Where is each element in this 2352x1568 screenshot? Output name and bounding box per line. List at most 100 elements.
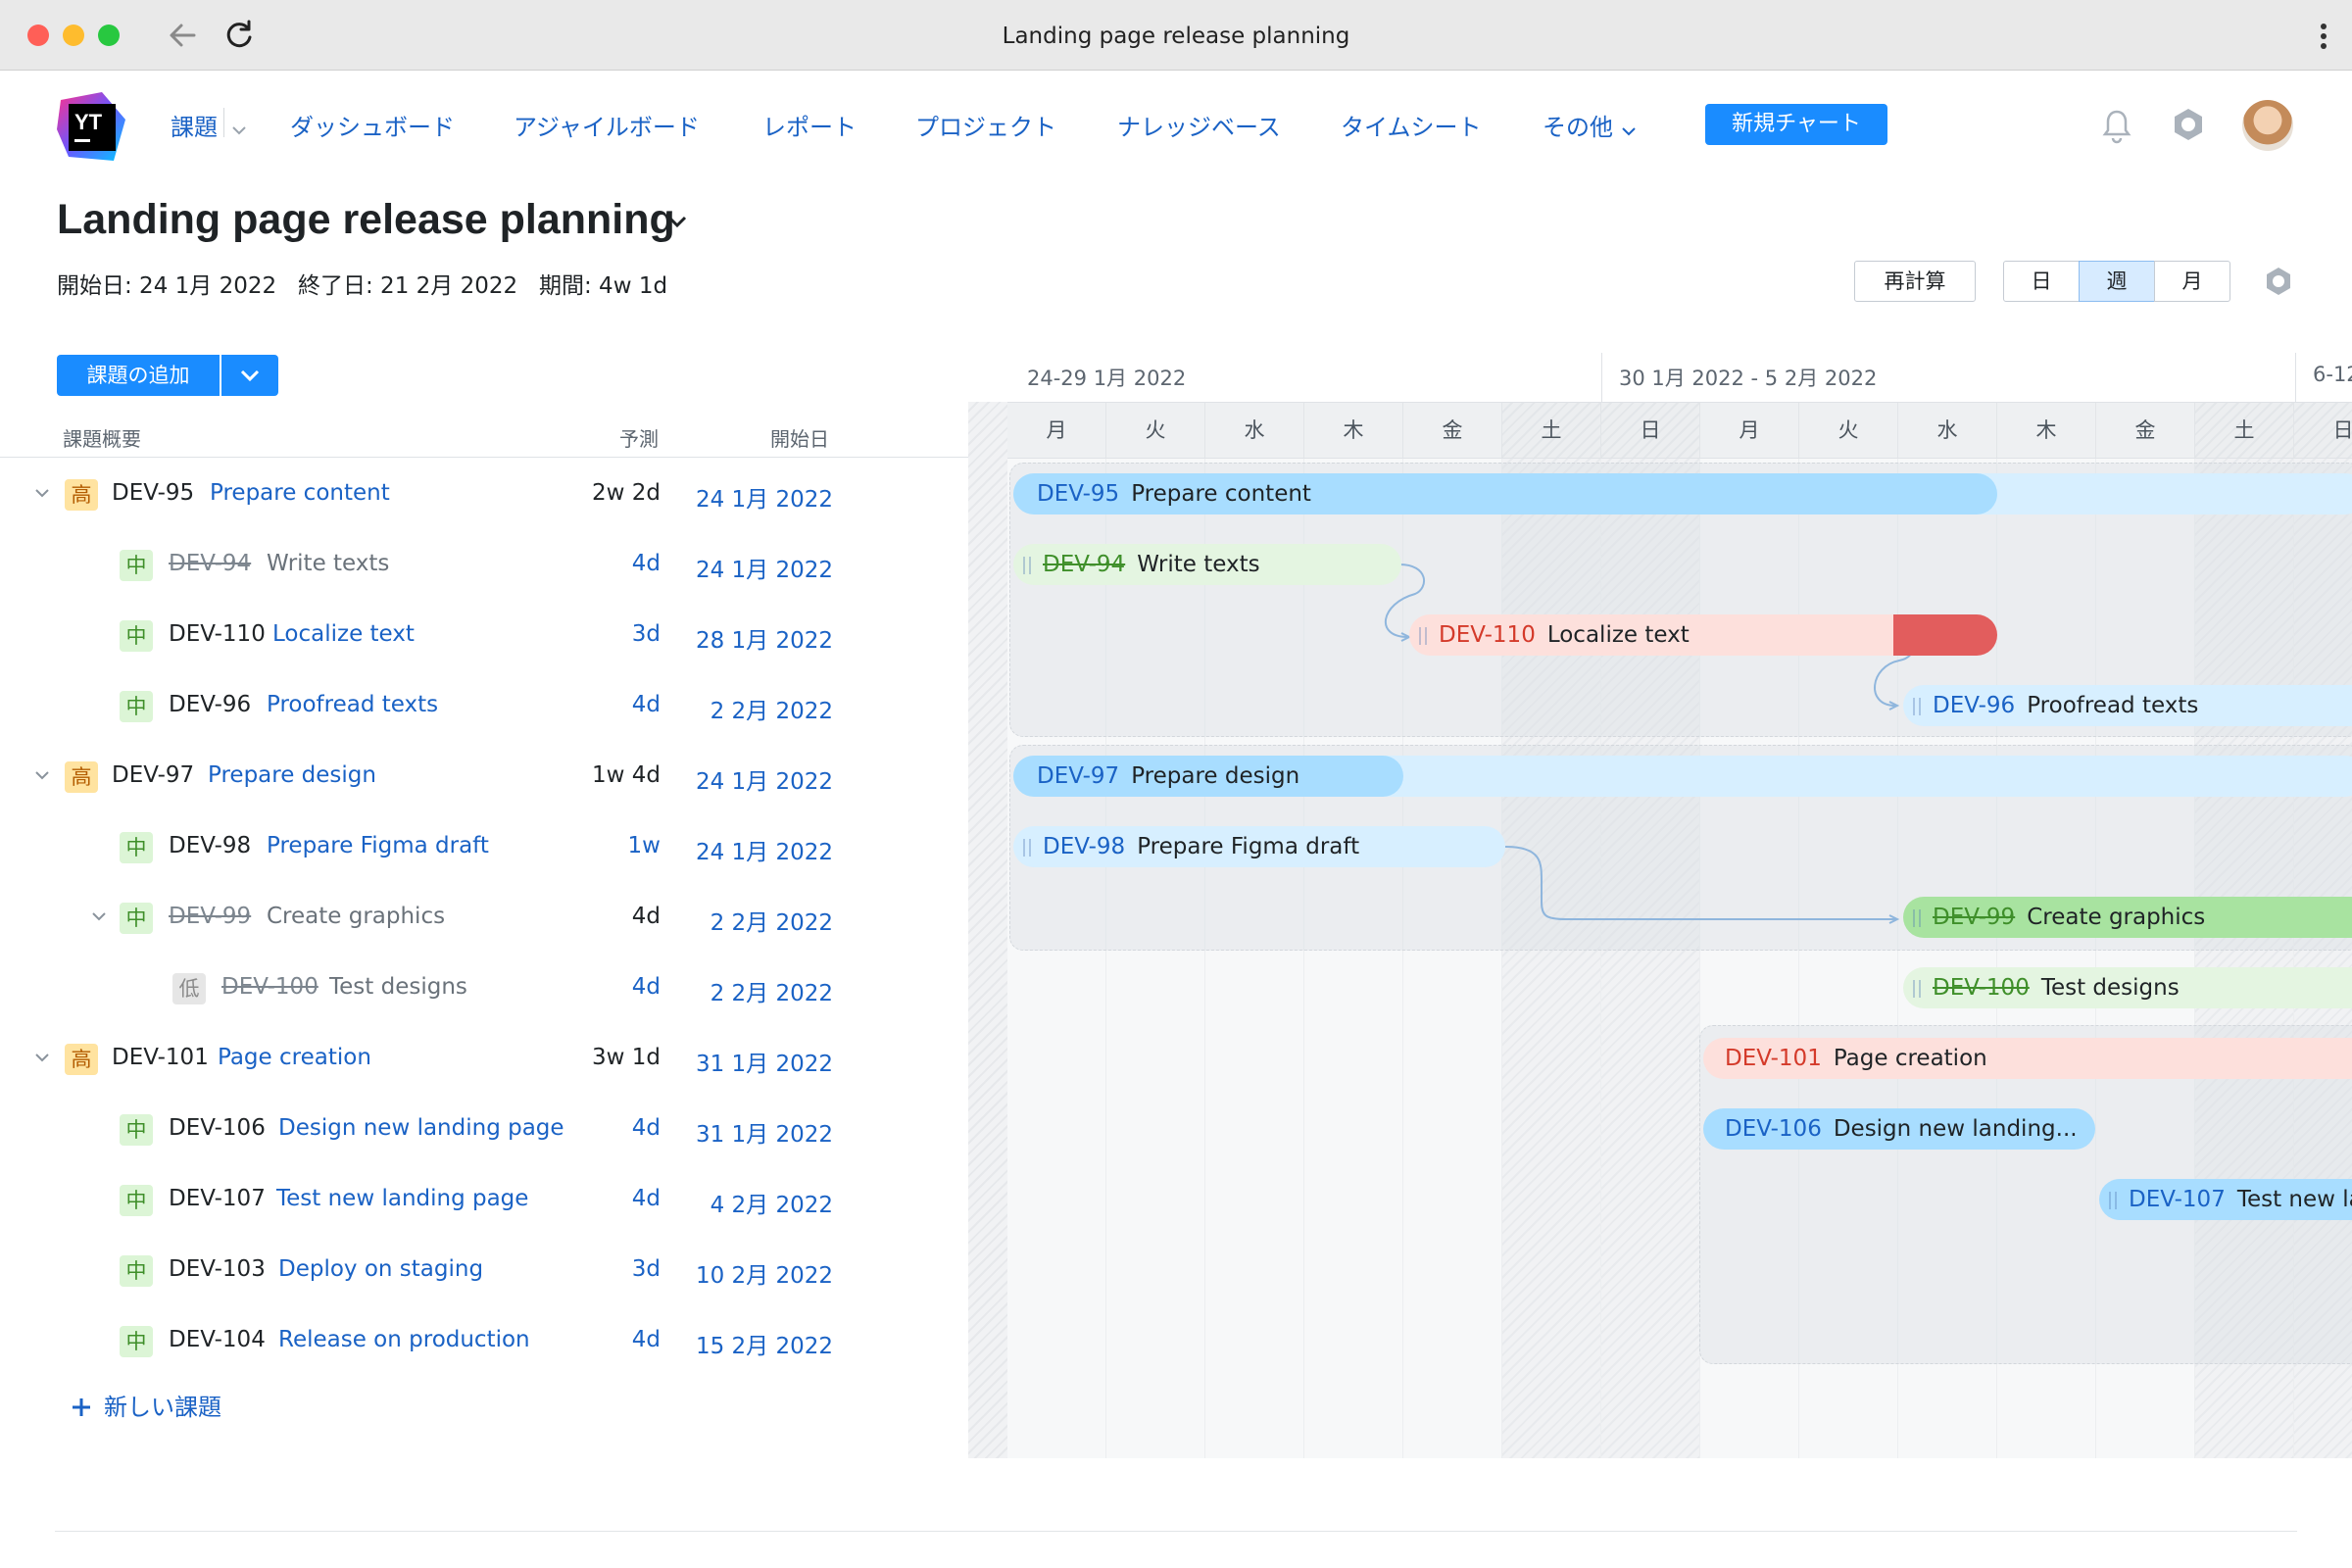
column-summary[interactable]: 課題概要 bbox=[63, 423, 141, 452]
priority-badge[interactable]: 中 bbox=[120, 903, 153, 934]
issue-row-dev-95[interactable]: 高 DEV-95 Prepare content 2w 2d 24 1月 202… bbox=[0, 459, 968, 529]
issue-start-date[interactable]: 24 1月 2022 bbox=[676, 480, 833, 514]
collapse-chevron-icon[interactable] bbox=[90, 907, 108, 926]
issue-start-date[interactable]: 15 2月 2022 bbox=[676, 1327, 833, 1360]
menu-knowledge-base[interactable]: ナレッジベース bbox=[1117, 108, 1281, 142]
issue-row-dev-100[interactable]: 低 DEV-100 Test designs 4d 2 2月 2022 bbox=[0, 953, 968, 1023]
issue-summary[interactable]: Design new landing page bbox=[278, 1115, 564, 1141]
issue-start-date[interactable]: 31 1月 2022 bbox=[676, 1115, 833, 1149]
gantt-bar-dev-101[interactable]: DEV-101 Page creation bbox=[1703, 1038, 2352, 1079]
priority-badge[interactable]: 中 bbox=[120, 620, 153, 652]
youtrack-logo[interactable]: YT bbox=[55, 90, 129, 165]
scale-month-button[interactable]: 月 bbox=[2154, 261, 2230, 302]
issue-start-date[interactable]: 10 2月 2022 bbox=[676, 1256, 833, 1290]
issue-start-date[interactable]: 31 1月 2022 bbox=[676, 1045, 833, 1078]
issue-key[interactable]: DEV-100 bbox=[221, 974, 318, 1000]
collapse-chevron-icon[interactable] bbox=[33, 484, 51, 503]
priority-badge[interactable]: 高 bbox=[65, 1044, 98, 1075]
priority-badge[interactable]: 高 bbox=[65, 761, 98, 793]
issue-row-dev-94[interactable]: 中 DEV-94 Write texts 4d 24 1月 2022 bbox=[0, 529, 968, 600]
priority-badge[interactable]: 中 bbox=[120, 832, 153, 863]
menu-more[interactable]: その他 bbox=[1543, 108, 1637, 142]
issue-key[interactable]: DEV-96 bbox=[169, 692, 251, 717]
issue-key[interactable]: DEV-97 bbox=[112, 762, 194, 788]
issue-summary[interactable]: Create graphics bbox=[267, 904, 445, 929]
issue-summary[interactable]: Deploy on staging bbox=[278, 1256, 483, 1282]
issue-start-date[interactable]: 24 1月 2022 bbox=[676, 833, 833, 866]
gantt-bar-dev-98[interactable]: DEV-98 Prepare Figma draft bbox=[1013, 826, 1505, 867]
issue-key[interactable]: DEV-106 bbox=[169, 1115, 266, 1141]
priority-badge[interactable]: 低 bbox=[172, 973, 206, 1004]
issue-summary[interactable]: Prepare design bbox=[208, 762, 376, 788]
issue-key[interactable]: DEV-110 bbox=[169, 621, 266, 647]
drag-handle[interactable] bbox=[1913, 908, 1921, 927]
chevron-down-icon[interactable] bbox=[666, 214, 688, 232]
priority-badge[interactable]: 中 bbox=[120, 1326, 153, 1357]
priority-badge[interactable]: 中 bbox=[120, 691, 153, 722]
issue-start-date[interactable]: 24 1月 2022 bbox=[676, 762, 833, 796]
new-issue-link[interactable]: 新しい課題 bbox=[71, 1388, 221, 1422]
issue-summary[interactable]: Proofread texts bbox=[267, 692, 438, 717]
issue-key[interactable]: DEV-103 bbox=[169, 1256, 266, 1282]
issues-dropdown-chevron-icon[interactable] bbox=[231, 114, 247, 141]
drag-handle[interactable] bbox=[1023, 838, 1031, 857]
priority-badge[interactable]: 中 bbox=[120, 1185, 153, 1216]
issue-key[interactable]: DEV-98 bbox=[169, 833, 251, 858]
issue-start-date[interactable]: 2 2月 2022 bbox=[676, 692, 833, 725]
gantt-bar-dev-94[interactable]: DEV-94 Write texts bbox=[1013, 544, 1401, 585]
gantt-bar-dev-100[interactable]: DEV-100 Test designs bbox=[1903, 967, 2352, 1008]
issue-start-date[interactable]: 2 2月 2022 bbox=[676, 904, 833, 937]
issue-summary[interactable]: Localize text bbox=[272, 621, 415, 647]
issue-summary[interactable]: Release on production bbox=[278, 1327, 530, 1352]
issue-row-dev-103[interactable]: 中 DEV-103 Deploy on staging 3d 10 2月 202… bbox=[0, 1235, 968, 1305]
priority-badge[interactable]: 高 bbox=[65, 479, 98, 511]
recalculate-button[interactable]: 再計算 bbox=[1854, 261, 1976, 302]
issue-summary[interactable]: Prepare Figma draft bbox=[267, 833, 489, 858]
issue-key[interactable]: DEV-94 bbox=[169, 551, 251, 576]
more-options-icon[interactable] bbox=[2319, 22, 2328, 51]
issue-row-dev-97[interactable]: 高 DEV-97 Prepare design 1w 4d 24 1月 2022 bbox=[0, 741, 968, 811]
issue-row-dev-107[interactable]: 中 DEV-107 Test new landing page 4d 4 2月 … bbox=[0, 1164, 968, 1235]
drag-handle[interactable] bbox=[2109, 1191, 2117, 1209]
issue-row-dev-98[interactable]: 中 DEV-98 Prepare Figma draft 1w 24 1月 20… bbox=[0, 811, 968, 882]
scale-day-button[interactable]: 日 bbox=[2003, 261, 2080, 302]
issue-summary[interactable]: Test new landing page bbox=[276, 1186, 528, 1211]
issue-row-dev-101[interactable]: 高 DEV-101 Page creation 3w 1d 31 1月 2022 bbox=[0, 1023, 968, 1094]
scale-week-button[interactable]: 週 bbox=[2079, 261, 2155, 302]
issue-row-dev-106[interactable]: 中 DEV-106 Design new landing page 4d 31 … bbox=[0, 1094, 968, 1164]
issue-summary[interactable]: Test designs bbox=[329, 974, 467, 1000]
issue-summary[interactable]: Write texts bbox=[267, 551, 389, 576]
issue-start-date[interactable]: 2 2月 2022 bbox=[676, 974, 833, 1007]
gantt-bar-dev-96[interactable]: DEV-96 Proofread texts bbox=[1903, 685, 2352, 726]
user-avatar[interactable] bbox=[2242, 100, 2293, 151]
issue-summary[interactable]: Prepare content bbox=[210, 480, 390, 506]
menu-dashboard[interactable]: ダッシュボード bbox=[290, 108, 455, 142]
menu-timesheets[interactable]: タイムシート bbox=[1341, 108, 1482, 142]
drag-handle[interactable] bbox=[1023, 556, 1031, 574]
menu-reports[interactable]: レポート bbox=[762, 108, 857, 142]
chart-settings-gear-icon[interactable] bbox=[2262, 265, 2295, 302]
issue-start-date[interactable]: 4 2月 2022 bbox=[676, 1186, 833, 1219]
gantt-bar-progress-dev-95[interactable]: DEV-95 Prepare content bbox=[1013, 473, 1997, 514]
collapse-chevron-icon[interactable] bbox=[33, 1049, 51, 1067]
menu-projects[interactable]: プロジェクト bbox=[915, 108, 1056, 142]
gantt-bar-dev-107[interactable]: DEV-107 Test new la bbox=[2099, 1179, 2352, 1220]
column-estimate[interactable]: 予測 bbox=[619, 423, 659, 452]
menu-agile-board[interactable]: アジャイルボード bbox=[514, 108, 700, 142]
issue-key[interactable]: DEV-107 bbox=[169, 1186, 266, 1211]
drag-handle[interactable] bbox=[1419, 626, 1427, 645]
priority-badge[interactable]: 中 bbox=[120, 1114, 153, 1146]
issue-row-dev-104[interactable]: 中 DEV-104 Release on production 4d 15 2月… bbox=[0, 1305, 968, 1376]
issue-key[interactable]: DEV-101 bbox=[112, 1045, 209, 1070]
issue-row-dev-96[interactable]: 中 DEV-96 Proofread texts 4d 2 2月 2022 bbox=[0, 670, 968, 741]
menu-issues[interactable]: 課題 bbox=[171, 108, 218, 142]
gantt-bar-dev-99[interactable]: DEV-99 Create graphics bbox=[1903, 897, 2352, 938]
gantt-bar-dev-106[interactable]: DEV-106 Design new landing... bbox=[1703, 1108, 2095, 1150]
settings-gear-icon[interactable] bbox=[2170, 106, 2207, 147]
column-start-date[interactable]: 開始日 bbox=[770, 423, 829, 452]
issue-key[interactable]: DEV-99 bbox=[169, 904, 251, 929]
bell-icon[interactable] bbox=[2099, 106, 2134, 149]
issue-start-date[interactable]: 28 1月 2022 bbox=[676, 621, 833, 655]
issue-row-dev-110[interactable]: 中 DEV-110 Localize text 3d 28 1月 2022 bbox=[0, 600, 968, 670]
issue-start-date[interactable]: 24 1月 2022 bbox=[676, 551, 833, 584]
